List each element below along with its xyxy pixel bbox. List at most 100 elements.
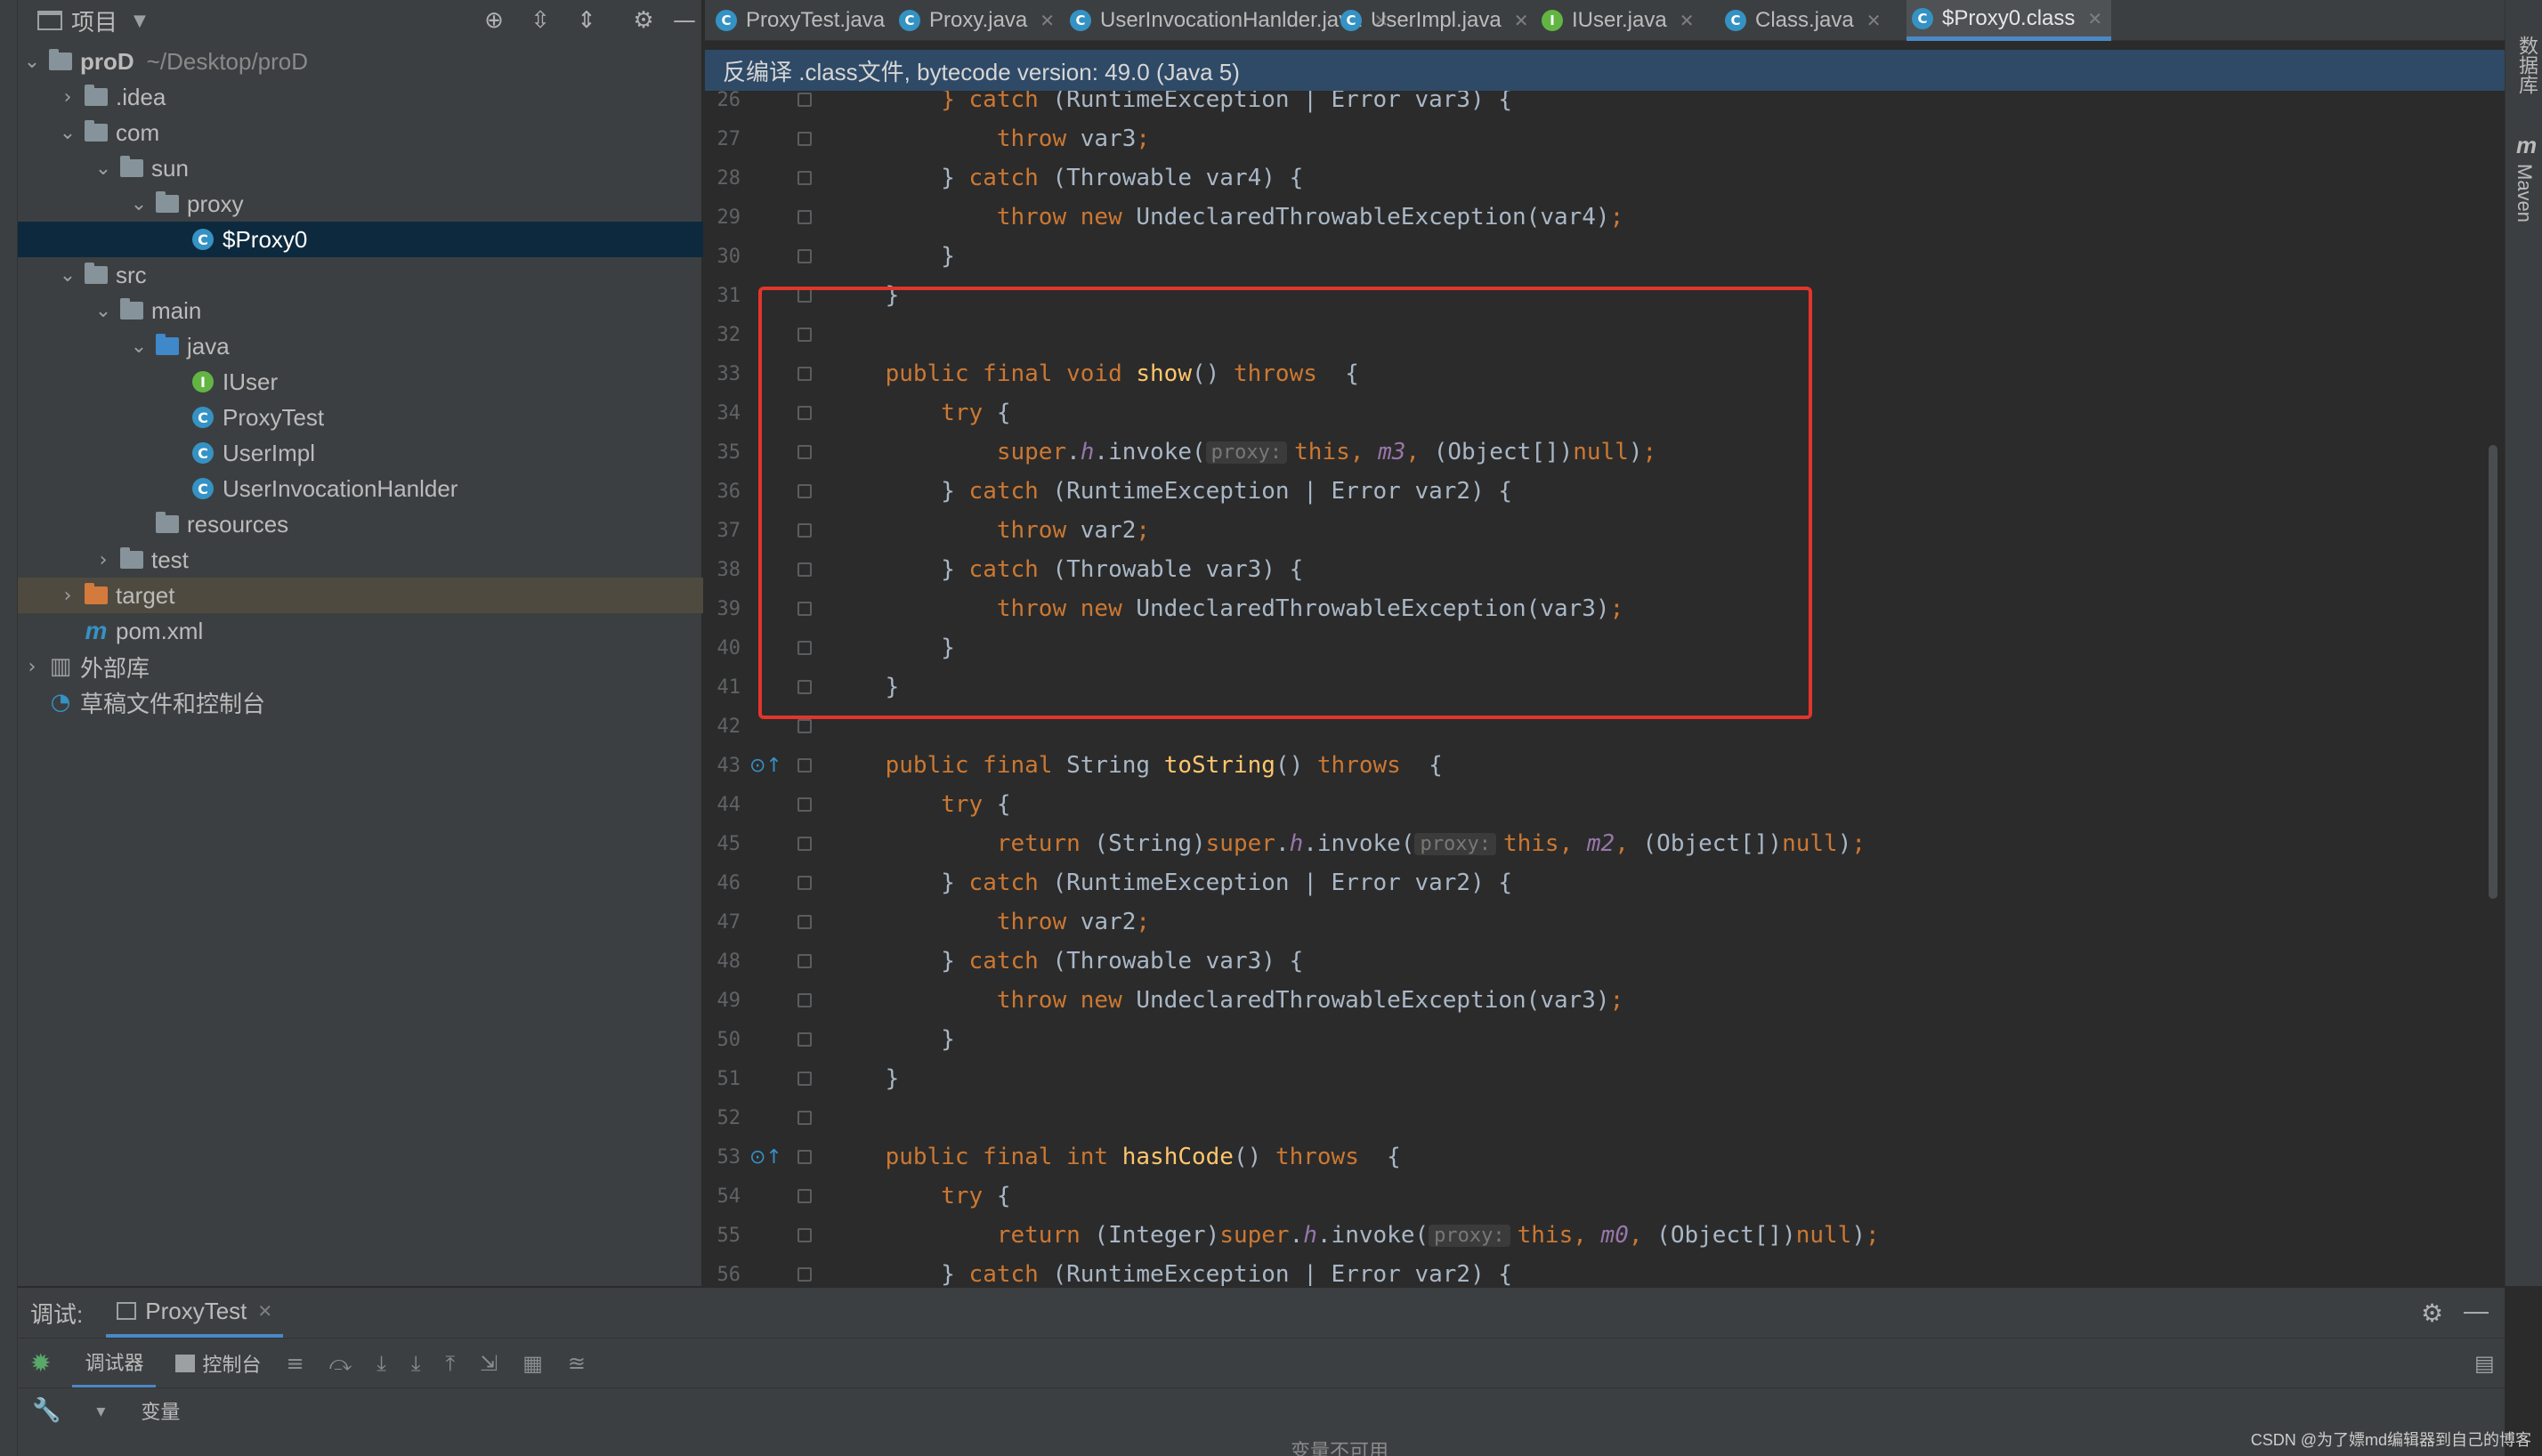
- fold-marker-icon[interactable]: [797, 915, 812, 929]
- gear-icon[interactable]: ⚙: [630, 7, 657, 34]
- chevron-down-icon[interactable]: ⌄: [59, 264, 77, 287]
- code-token: UndeclaredThrowableException(var3): [1136, 987, 1610, 1014]
- chevron-down-icon[interactable]: ▼: [134, 12, 146, 30]
- close-icon[interactable]: ✕: [1680, 10, 1695, 31]
- fold-marker-icon[interactable]: [797, 876, 812, 890]
- chevron-right-icon[interactable]: ›: [94, 549, 112, 571]
- fold-marker-icon[interactable]: [797, 210, 812, 224]
- tree-item[interactable]: ⌄ src: [18, 257, 703, 293]
- tree-item[interactable]: ⌄ com: [18, 115, 703, 150]
- tree-item[interactable]: ⌄ main: [18, 293, 703, 328]
- tree-item[interactable]: › ▥ 外部库: [18, 649, 703, 684]
- minimize-icon[interactable]: —: [671, 7, 698, 34]
- fold-marker-icon[interactable]: [797, 1228, 812, 1242]
- code-token: .invoke(: [1303, 830, 1415, 857]
- fold-marker-icon[interactable]: [797, 993, 812, 1007]
- tree-item[interactable]: ⌄ proxy: [18, 186, 703, 222]
- variables-unavailable: 变量不可用: [1291, 1440, 1389, 1456]
- fold-marker-icon[interactable]: [797, 837, 812, 851]
- minimize-icon[interactable]: —: [2464, 1297, 2489, 1325]
- override-marker-icon[interactable]: ⊙↑: [749, 755, 782, 777]
- thread-dropdown[interactable]: ▾: [96, 1400, 105, 1421]
- fold-marker-icon[interactable]: [797, 1150, 812, 1164]
- fold-marker-icon[interactable]: [797, 171, 812, 185]
- chevron-down-icon[interactable]: ⌄: [94, 158, 112, 180]
- line-number: 41: [716, 676, 741, 699]
- fold-marker-icon[interactable]: [797, 954, 812, 968]
- tree-item[interactable]: I IUser: [18, 364, 703, 400]
- override-marker-icon[interactable]: ⊙↑: [749, 1146, 782, 1169]
- fold-marker-icon[interactable]: [797, 1032, 812, 1047]
- tree-item[interactable]: C UserInvocationHanlder: [18, 471, 703, 506]
- collapse-all-icon[interactable]: ⇕: [573, 7, 600, 34]
- tree-item[interactable]: ◔ 草稿文件和控制台: [18, 684, 703, 720]
- fold-marker-icon[interactable]: [797, 1267, 812, 1282]
- chevron-right-icon[interactable]: ›: [59, 585, 77, 607]
- close-icon[interactable]: ✕: [1866, 10, 1882, 31]
- tree-item[interactable]: › test: [18, 542, 703, 578]
- tree-item[interactable]: ⌄ sun: [18, 150, 703, 186]
- locate-icon[interactable]: ⊕: [481, 7, 507, 34]
- maven-tool-button[interactable]: Maven: [2513, 164, 2536, 222]
- fold-marker-icon[interactable]: [797, 249, 812, 263]
- tab-userimpl-java[interactable]: C UserImpl.java ✕: [1335, 0, 1537, 41]
- fold-marker-icon[interactable]: [797, 93, 812, 107]
- fold-marker-icon[interactable]: [797, 132, 812, 146]
- fold-marker-icon[interactable]: [797, 797, 812, 812]
- tree-item[interactable]: C ProxyTest: [18, 400, 703, 435]
- close-icon[interactable]: ✕: [2087, 8, 2102, 29]
- fold-marker-icon[interactable]: [797, 719, 812, 733]
- editor-scrollbar[interactable]: [2489, 445, 2497, 899]
- chevron-down-icon[interactable]: ⌄: [130, 193, 148, 215]
- tree-item[interactable]: ⌄ proD ~/Desktop/proD: [18, 44, 703, 79]
- tree-item[interactable]: resources: [18, 506, 703, 542]
- close-icon[interactable]: ✕: [1514, 10, 1529, 31]
- close-icon[interactable]: ✕: [1040, 10, 1055, 31]
- layout-icon[interactable]: ▤: [2474, 1351, 2495, 1376]
- fold-marker-icon[interactable]: [797, 1189, 812, 1203]
- fold-marker-icon[interactable]: [797, 758, 812, 772]
- tree-item[interactable]: C $Proxy0: [18, 222, 703, 257]
- tree-item[interactable]: › target: [18, 578, 703, 613]
- chevron-down-icon[interactable]: ⌄: [23, 51, 41, 73]
- line-number: 34: [716, 402, 741, 425]
- gear-icon[interactable]: ⚙: [2421, 1298, 2443, 1328]
- step-into-icon[interactable]: ⤓: [376, 1351, 386, 1376]
- tab-proxy-java[interactable]: C Proxy.java ✕: [894, 0, 1064, 41]
- tab-proxytest-session[interactable]: ProxyTest ✕: [106, 1288, 284, 1338]
- tab-proxytest-java[interactable]: CProxyTest.java✕: [710, 0, 921, 41]
- step-out-icon[interactable]: ⤒: [445, 1351, 455, 1376]
- trace-icon[interactable]: ≊: [568, 1351, 586, 1376]
- tab-debugger[interactable]: 调试器: [72, 1339, 157, 1388]
- tree-item[interactable]: C UserImpl: [18, 435, 703, 471]
- project-view-icon[interactable]: [37, 11, 62, 30]
- run-to-cursor-icon[interactable]: ⇲: [480, 1351, 498, 1376]
- tree-item[interactable]: › .idea: [18, 79, 703, 115]
- chevron-right-icon[interactable]: ›: [23, 656, 41, 678]
- step-over-icon[interactable]: ⤼: [329, 1351, 352, 1376]
- chevron-down-icon[interactable]: ⌄: [59, 122, 77, 144]
- close-icon[interactable]: ✕: [257, 1300, 272, 1322]
- line-number: 48: [716, 950, 741, 973]
- tab-iuser-java[interactable]: I IUser.java ✕: [1536, 0, 1703, 41]
- fold-marker-icon[interactable]: [797, 1111, 812, 1125]
- chevron-right-icon[interactable]: ›: [59, 86, 77, 109]
- menu-icon[interactable]: ≡: [287, 1351, 304, 1376]
- tab-console[interactable]: 控制台: [175, 1349, 262, 1378]
- fold-marker-icon[interactable]: [797, 1072, 812, 1086]
- wrench-icon[interactable]: 🔧: [32, 1397, 61, 1424]
- tree-item[interactable]: m pom.xml: [18, 613, 703, 649]
- bug-icon[interactable]: ✹: [30, 1348, 51, 1378]
- database-tool-button[interactable]: 数据库: [2513, 36, 2541, 94]
- tab-class-java[interactable]: C Class.java ✕: [1720, 0, 1890, 41]
- force-step-into-icon[interactable]: ⤓: [411, 1351, 421, 1376]
- tree-item-label: 外部库: [80, 654, 150, 682]
- session-icon: [117, 1302, 137, 1320]
- code-token: return: [830, 830, 1095, 857]
- chevron-down-icon[interactable]: ⌄: [130, 336, 148, 358]
- evaluate-icon[interactable]: ▦: [522, 1351, 543, 1376]
- tab--proxy0-class[interactable]: C $Proxy0.class ✕: [1906, 0, 2112, 41]
- expand-all-icon[interactable]: ⇳: [527, 7, 554, 34]
- tree-item[interactable]: ⌄ java: [18, 328, 703, 364]
- chevron-down-icon[interactable]: ⌄: [94, 300, 112, 322]
